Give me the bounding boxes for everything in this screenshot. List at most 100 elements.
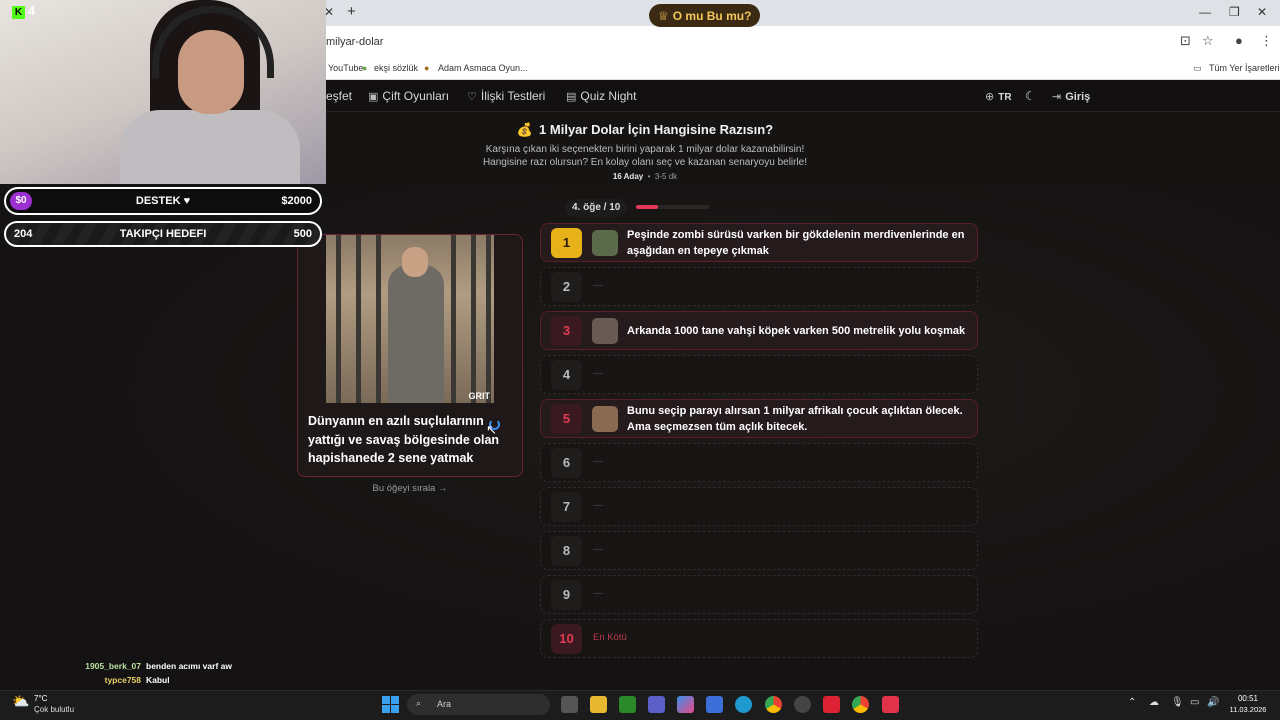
onedrive-icon[interactable]: ☁	[1149, 697, 1159, 708]
rank-slot-1[interactable]: 1 Peşinde zombi sürüsü varken bir gökdele…	[540, 223, 978, 262]
store-icon[interactable]	[706, 696, 723, 713]
nav-cift-oyunlari[interactable]: ▣ Çift Oyunları	[368, 89, 449, 103]
language-label: TR	[998, 92, 1012, 103]
kick-viewer-badge: K4	[12, 3, 35, 19]
rank-this-item-link[interactable]: Bu öğeyi sırala →	[297, 483, 523, 494]
rank-thumbnail	[592, 406, 618, 432]
page-title-text: 1 Milyar Dolar İçin Hangisine Razısın?	[539, 122, 774, 137]
bookmark-all[interactable]: Tüm Yer İşaretleri	[1209, 63, 1280, 73]
search-icon: ⌕	[416, 698, 422, 708]
duration: 3-5 dk	[654, 172, 678, 181]
nav-quiz-night[interactable]: ▤ Quiz Night	[566, 89, 636, 103]
volume-icon[interactable]: 🔊	[1207, 697, 1219, 708]
follower-goal-bar: 204 TAKIPÇI HEDEFI 500	[4, 221, 322, 247]
rank-slot-6[interactable]: 6—	[540, 443, 978, 482]
rank-thumbnail	[592, 230, 618, 256]
minimize-icon[interactable]: —	[1199, 5, 1211, 19]
rank-slot-8[interactable]: 8—	[540, 531, 978, 570]
gamepad-icon: ▣	[368, 91, 379, 103]
start-windows-icon[interactable]	[382, 696, 399, 713]
app-red-icon[interactable]	[823, 696, 840, 713]
weather-desc: Çok bulutlu	[34, 705, 75, 714]
support-goal: $2000	[281, 195, 312, 207]
kick-logo-icon: K	[12, 6, 25, 19]
teams-icon[interactable]	[648, 696, 665, 713]
taskbar-search-label: Ara	[437, 699, 452, 709]
login-link[interactable]: ⇥ Giriş	[1052, 89, 1090, 103]
chat-username: typce758	[104, 675, 141, 685]
support-label: DESTEK ♥	[135, 195, 191, 207]
theme-toggle-moon-icon[interactable]: ☾	[1025, 89, 1036, 103]
money-bag-icon: 💰	[516, 122, 534, 137]
menu-kebab-icon[interactable]: ⋮	[1260, 33, 1273, 49]
progress-label: 4. öğe / 10	[565, 199, 628, 217]
rank-number: 6	[551, 448, 582, 478]
file-explorer-icon[interactable]	[590, 696, 607, 713]
chat-text: Kabul	[146, 675, 170, 685]
item-text: Dünyanın en azılı suçlularının yattığı v…	[308, 414, 500, 465]
clock-time[interactable]: 00:51	[1222, 694, 1274, 703]
follower-goal: 500	[293, 228, 312, 240]
mouse-cursor-icon: ↖	[486, 422, 497, 437]
profile-icon[interactable]: ●	[1235, 33, 1243, 48]
grit-logo: GRIT	[468, 391, 491, 401]
item-image: GRIT	[326, 235, 494, 403]
new-tab-icon[interactable]: +	[347, 3, 356, 20]
nav-quiz-night-label: Quiz Night	[580, 89, 637, 103]
trophy-icon: ♕	[658, 9, 669, 23]
rank-number: 8	[551, 536, 582, 566]
rank-slot-9[interactable]: 9—	[540, 575, 978, 614]
nav-cift-oyunlari-label: Çift Oyunları	[382, 89, 450, 103]
calendar-icon: ▤	[566, 91, 577, 103]
rank-number: 7	[551, 492, 582, 522]
bookmark-eksi[interactable]: ekşi sözlük	[374, 63, 418, 73]
rank-text: Bunu seçip parayı alırsan 1 milyar afrik…	[627, 405, 963, 433]
clock-date[interactable]: 11.03.2026	[1222, 705, 1274, 714]
window-close-icon[interactable]: ✕	[1257, 5, 1267, 19]
webcam-overlay: K4	[0, 0, 326, 184]
nav-o-mu-bu-mu[interactable]: ♕ O mu Bu mu?	[649, 4, 761, 27]
copilot-icon[interactable]	[677, 696, 694, 713]
rank-number: 2	[551, 272, 582, 302]
network-icon[interactable]: ▭	[1190, 697, 1199, 708]
bookmark-star-icon[interactable]: ☆	[1202, 33, 1214, 49]
edge-icon[interactable]	[735, 696, 752, 713]
rank-slot-10[interactable]: 10 En Kötü	[540, 619, 978, 658]
nav-iliski-testleri[interactable]: ♡ İlişki Testleri	[467, 89, 545, 103]
login-label: Giriş	[1065, 91, 1091, 103]
bookmark-youtube[interactable]: YouTube	[328, 63, 363, 73]
rank-empty: —	[593, 280, 603, 291]
app-pink-icon[interactable]	[882, 696, 899, 713]
main-area	[0, 190, 1280, 690]
url-field[interactable]: milyar-dolar	[326, 30, 1166, 54]
install-app-icon[interactable]: ⊡	[1180, 33, 1191, 49]
rank-text: Arkanda 1000 tane vahşi köpek varken 500…	[627, 325, 966, 337]
rank-slot-2[interactable]: 2—	[540, 267, 978, 306]
follower-label: TAKIPÇI HEDEFI	[119, 228, 207, 240]
language-switch[interactable]: ⊕ TR	[985, 89, 1012, 103]
restore-icon[interactable]: ❐	[1229, 5, 1240, 19]
chat-message: typce758 Kabul	[84, 675, 170, 685]
globe-icon: ⊕	[985, 91, 995, 103]
rank-slot-3[interactable]: 3 Arkanda 1000 tane vahşi köpek varken 50…	[540, 311, 978, 350]
chrome-profile-icon[interactable]	[852, 696, 869, 713]
bookmark-adam-asmaca[interactable]: Adam Asmaca Oyun...	[438, 63, 528, 73]
chat-username: 1905_berk_07	[85, 661, 141, 671]
weather-cloud-icon[interactable]: ⛅	[12, 693, 29, 710]
progress-fill	[636, 205, 658, 209]
tray-chevron-up-icon[interactable]: ⌃	[1128, 697, 1136, 708]
rank-slot-7[interactable]: 7—	[540, 487, 978, 526]
rank-empty: —	[593, 588, 603, 599]
microphone-icon[interactable]: 🎙	[1171, 697, 1184, 708]
task-view-icon[interactable]	[561, 696, 578, 713]
obs-icon[interactable]	[794, 696, 811, 713]
rank-slot-5[interactable]: 5 Bunu seçip parayı alırsan 1 milyar afri…	[540, 399, 978, 438]
chat-message: 1905_berk_07 benden acımı varf aw	[84, 661, 232, 671]
taskbar-search[interactable]: ⌕ Ara	[407, 694, 550, 715]
chrome-icon[interactable]	[765, 696, 782, 713]
nvidia-icon[interactable]	[619, 696, 636, 713]
rank-number: 5	[551, 404, 582, 434]
rank-slot-4[interactable]: 4—	[540, 355, 978, 394]
candidate-count: 16 Aday	[612, 172, 644, 181]
nav-iliski-testleri-label: İlişki Testleri	[480, 89, 546, 103]
